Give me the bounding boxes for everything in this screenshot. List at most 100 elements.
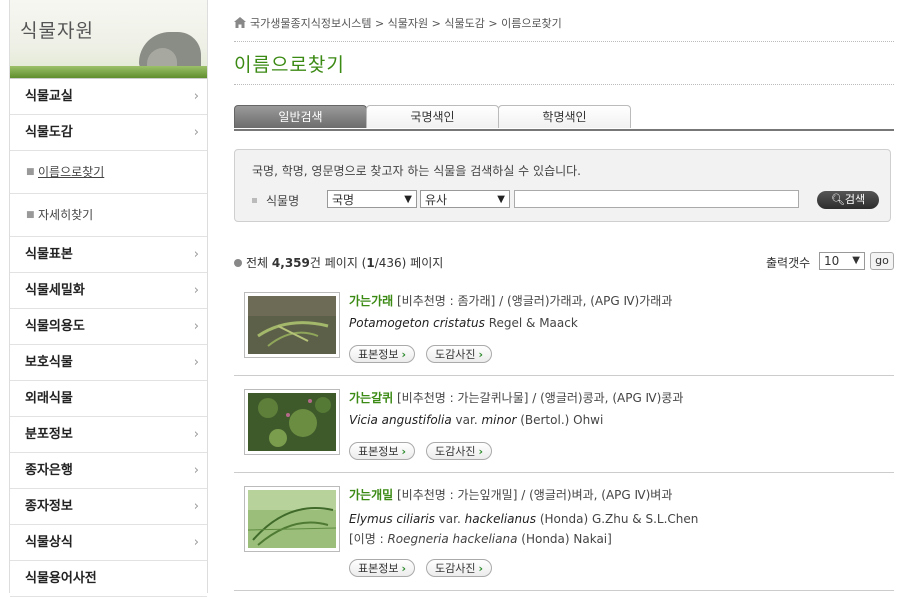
chevron-right-icon: › [401,348,407,361]
sidebar-item-label: 이름으로찾기 [38,165,105,179]
info-circle-icon [234,259,242,267]
sidebar-item-label: 식물세밀화 [25,283,85,298]
list-item: 가는갈퀴 [비추천명 : 가는갈퀴나물] / (앵글러)콩과, (APG Ⅳ)콩… [234,376,894,473]
scientific-author: (Bertol.) Ohwi [520,413,604,427]
per-page-select[interactable]: 10 ▼ [819,252,865,270]
scientific-infraspecific: minor [481,413,517,427]
results-total: 전체 4,359건 페이지 (1/436) 페이지 [234,254,443,271]
go-button[interactable]: go [870,252,894,270]
korean-name[interactable]: 가는갈퀴 [349,391,393,405]
scientific-name: Potamogeton cristatus Regel & Maack [349,316,578,330]
sidebar-item-plant-knowledge[interactable]: 식물상식 › [10,525,207,561]
chevron-right-icon: › [193,463,199,478]
guide-photo-button[interactable]: 도감사진 › [426,345,493,363]
sidebar-item-distribution[interactable]: 분포정보 › [10,417,207,453]
guide-photo-button[interactable]: 도감사진 › [426,559,493,577]
specimen-info-button[interactable]: 표본정보 › [349,442,416,460]
specimen-info-button[interactable]: 표본정보 › [349,559,416,577]
scientific-author: (Honda) G.Zhu & S.L.Chen [539,512,699,526]
sidebar-item-plant-uses[interactable]: 식물의용도 › [10,309,207,345]
chevron-right-icon: › [193,283,199,298]
sidebar-item-seed-info[interactable]: 종자정보 › [10,489,207,525]
breadcrumb-separator: > [431,17,441,30]
tab-korean-index[interactable]: 국명색인 [366,105,499,128]
breadcrumb-current: 이름으로찾기 [501,17,562,30]
bullet-icon: ■ [26,167,35,177]
sidebar-item-protected-plants[interactable]: 보호식물 › [10,345,207,381]
chevron-right-icon: › [193,247,199,262]
sidebar-item-label: 종자은행 [25,463,73,478]
search-field-label-text: 식물명 [266,194,300,208]
guide-photo-button[interactable]: 도감사진 › [426,442,493,460]
search-description: 국명, 학명, 영문명으로 찾고자 하는 식물을 검색하실 수 있습니다. [252,164,582,178]
bullet-icon [252,198,257,203]
scientific-species: Potamogeton cristatus [349,316,485,330]
search-icon: 🔍︎ [830,193,845,206]
not-recommended-name: [비추천명 : 가는갈퀴나물] [397,391,529,405]
plant-name-line: 가는갈퀴 [비추천명 : 가는갈퀴나물] / (앵글러)콩과, (APG Ⅳ)콩… [349,389,683,406]
sidebar-item-plant-guide[interactable]: 식물도감 › [10,115,207,151]
sidebar-item-specimen[interactable]: 식물표본 › [10,237,207,273]
plant-thumbnail[interactable] [244,389,340,455]
sidebar-subitem-search-by-name[interactable]: ■ 이름으로찾기 [10,151,207,194]
name-type-select[interactable]: 국명 ▼ [327,190,417,208]
plant-thumbnail[interactable] [244,292,340,358]
page-rest: /436) 페이지 [374,256,444,270]
sidebar-item-label: 외래식물 [25,391,73,406]
tab-general-search[interactable]: 일반검색 [234,105,367,128]
synonym-prefix: [이명 : [349,532,384,546]
plant-name-line: 가는개밀 [비추천명 : 가는잎개밀] / (앵글러)벼과, (APG Ⅳ)벼과 [349,486,672,503]
match-type-select[interactable]: 유사 ▼ [420,190,510,208]
sidebar-subitem-detailed-search[interactable]: ■ 자세히찾기 [10,194,207,237]
total-prefix: 전체 [246,256,269,270]
korean-name[interactable]: 가는개밀 [349,488,393,502]
sidebar: 식물자원 식물교실 › 식물도감 › ■ 이름으로찾기 ■ 자세히찾기 식물표본 › 식물… [9,0,208,597]
list-item: 가는개밀 [비추천명 : 가는잎개밀] / (앵글러)벼과, (APG Ⅳ)벼과… [234,473,894,591]
breadcrumb-item[interactable]: 국가생물종지식정보시스템 [250,17,371,30]
button-label: 도감사진 [435,348,476,361]
name-type-value: 국명 [332,193,355,207]
chevron-right-icon: › [193,535,199,550]
search-tabs: 일반검색 국명색인 학명색인 [234,105,894,131]
button-label: 도감사진 [435,445,476,458]
chevron-down-icon: ▼ [852,255,860,266]
sidebar-item-label: 보호식물 [25,355,73,370]
sidebar-item-botanical-art[interactable]: 식물세밀화 › [10,273,207,309]
sidebar-title: 식물자원 [20,20,94,42]
tab-scientific-index[interactable]: 학명색인 [498,105,631,128]
home-icon[interactable] [234,17,246,28]
scientific-infraspecific: hackelianus [464,512,536,526]
chevron-right-icon: › [193,125,199,140]
total-unit: 건 페이지 ( [309,256,367,270]
chevron-right-icon: › [478,445,484,458]
sidebar-item-glossary[interactable]: 식물용어사전 [10,561,207,597]
chevron-right-icon: › [401,562,407,575]
breadcrumb-item[interactable]: 식물자원 [388,17,428,30]
plant-photo [248,296,336,354]
match-type-value: 유사 [425,193,448,207]
sidebar-item-plant-class[interactable]: 식물교실 › [10,79,207,115]
per-page-value: 10 [824,254,840,268]
korean-name[interactable]: 가는가래 [349,294,393,308]
search-panel: 국명, 학명, 영문명으로 찾고자 하는 식물을 검색하실 수 있습니다. 식물… [234,149,891,222]
button-label: 도감사진 [435,562,476,575]
search-field-label: 식물명 [252,192,299,209]
sidebar-item-alien-plants[interactable]: 외래식물 [10,381,207,417]
plant-photo [248,393,336,451]
chevron-down-icon: ▼ [497,194,505,205]
search-button[interactable]: 🔍︎검색 [817,191,879,209]
specimen-info-button[interactable]: 표본정보 › [349,345,416,363]
scientific-species: Elymus ciliaris [349,512,435,526]
plant-thumbnail[interactable] [244,486,340,552]
list-item: 가는가래 [비추천명 : 좀가래] / (앵글러)가래과, (APG Ⅳ)가래과… [234,279,894,376]
chevron-right-icon: › [193,499,199,514]
search-input[interactable] [514,190,799,208]
not-recommended-name: [비추천명 : 좀가래] [397,294,496,308]
button-label: 표본정보 [358,445,399,458]
sidebar-item-seed-bank[interactable]: 종자은행 › [10,453,207,489]
results-bar: 전체 4,359건 페이지 (1/436) 페이지 출력갯수 10 ▼ go [234,252,894,272]
breadcrumb-item[interactable]: 식물도감 [444,17,484,30]
plant-photo [247,490,337,548]
sidebar-item-label: 식물교실 [25,89,73,104]
scientific-rank: var. [455,413,478,427]
